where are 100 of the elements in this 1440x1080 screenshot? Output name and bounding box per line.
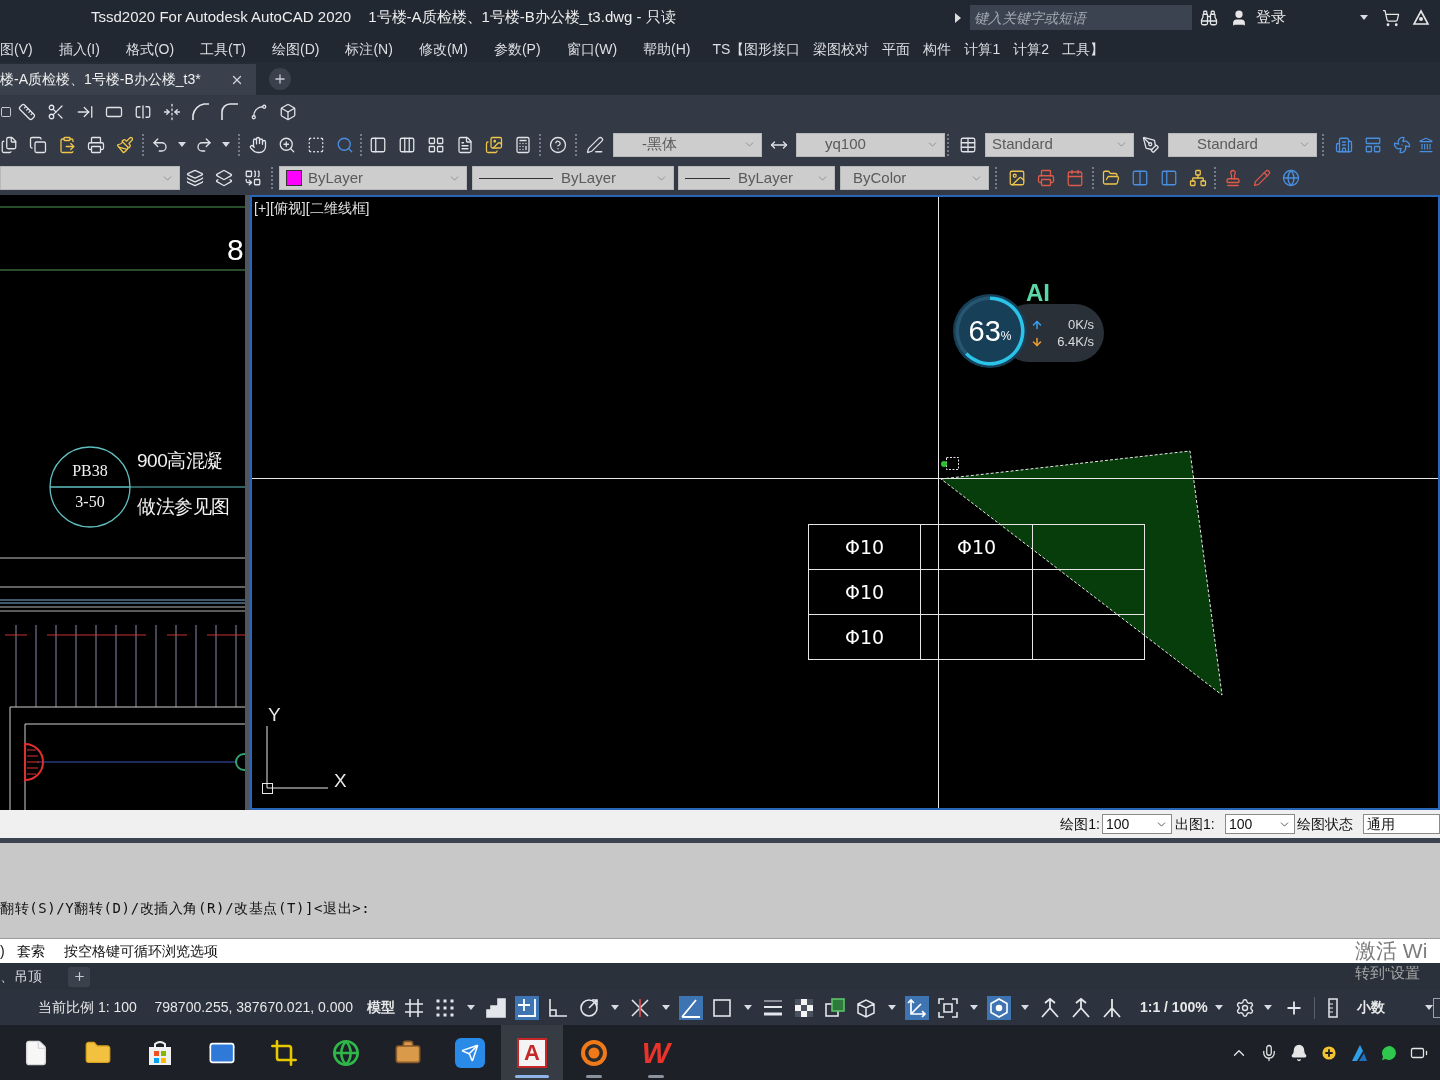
images-icon[interactable] (484, 135, 503, 154)
viewport-controls[interactable]: [+][俯视][二维线框] (254, 201, 370, 215)
clipboard-icon[interactable] (57, 135, 76, 154)
style-dropdown[interactable]: yq100 (796, 132, 945, 157)
bell-icon[interactable] (1290, 1043, 1308, 1062)
ring-dot-icon[interactable] (580, 1038, 608, 1067)
curve-icon[interactable] (249, 102, 268, 121)
scissors-icon[interactable] (46, 102, 65, 121)
menu-item[interactable]: 工具】 (1062, 41, 1104, 56)
stamp-icon[interactable] (1223, 169, 1242, 187)
stacked-squares-icon[interactable] (243, 169, 262, 187)
search-icon[interactable] (335, 135, 354, 154)
taskbar-app-button[interactable]: A (501, 1025, 563, 1080)
caret-icon[interactable] (222, 142, 230, 147)
document-tab[interactable]: 楼-A质检楼、1号楼-B办公楼_t3* (0, 64, 256, 95)
expand-arrow-icon[interactable] (955, 12, 961, 23)
panel-icon[interactable] (368, 135, 387, 154)
grid-layout-icon[interactable] (426, 135, 445, 154)
redo-icon[interactable] (195, 135, 213, 154)
draw-state-field[interactable]: 通用 (1363, 814, 1440, 834)
panel-edge-handle[interactable] (1433, 997, 1440, 1018)
landmark-icon[interactable] (1418, 136, 1434, 153)
caret-icon[interactable] (1360, 15, 1368, 20)
style-dropdown[interactable]: Standard (1168, 132, 1317, 157)
property-dropdown[interactable]: ByLayer (472, 166, 674, 190)
hexagon-icon[interactable] (987, 995, 1012, 1020)
style-dropdown[interactable]: Standard (985, 132, 1134, 157)
annotation-scale-button[interactable]: 1:1 / 100% (1139, 997, 1208, 1018)
building-icon[interactable] (1334, 135, 1353, 154)
frame-icon[interactable] (936, 995, 961, 1020)
layout-icon[interactable] (1363, 135, 1382, 154)
draw-scale-dropdown[interactable]: 100 (1102, 814, 1172, 834)
caret-icon[interactable] (1020, 1005, 1029, 1010)
menu-item[interactable]: 插入(I) (58, 41, 100, 56)
table-icon[interactable] (959, 135, 977, 154)
layout-tab[interactable]: 、吊顶 (0, 964, 62, 989)
menu-item[interactable]: 计算1 (964, 41, 1001, 56)
menu-item[interactable]: 图(V) (0, 41, 33, 56)
settings-icon[interactable] (1234, 997, 1255, 1018)
globe-icon[interactable] (1281, 169, 1300, 187)
property-dropdown[interactable]: ByColor (840, 166, 989, 190)
style-dropdown[interactable]: -黑体 (613, 132, 762, 157)
calculator-icon[interactable] (513, 135, 532, 154)
menu-item[interactable]: 计算2 (1013, 41, 1049, 56)
user-icon[interactable] (1230, 8, 1248, 27)
undo-icon[interactable] (151, 135, 169, 154)
help-icon[interactable] (548, 135, 567, 154)
step-icon[interactable] (484, 995, 509, 1020)
menu-item[interactable]: 窗口(W) (566, 41, 618, 56)
menu-item[interactable]: 构件 (923, 41, 952, 56)
chat-bubble-icon[interactable] (1380, 1043, 1398, 1062)
pen-line-icon[interactable] (586, 135, 604, 154)
caret-icon[interactable] (178, 142, 186, 147)
dashed-square-icon[interactable] (306, 135, 325, 154)
crop-icon[interactable] (270, 1038, 298, 1067)
search-field[interactable]: 键入关键字或短语 (970, 5, 1192, 30)
globe-icon[interactable] (332, 1038, 360, 1067)
zoom-icon[interactable] (277, 135, 296, 154)
caret-icon[interactable] (1263, 1005, 1272, 1010)
layers-icon[interactable] (185, 169, 204, 187)
plus-circle-icon[interactable] (1320, 1043, 1338, 1062)
document-icon[interactable] (455, 135, 474, 154)
triangle-nodes-icon[interactable] (1412, 8, 1430, 27)
arc-icon[interactable] (220, 102, 239, 121)
folder-icon[interactable] (1101, 169, 1120, 187)
arc-icon[interactable] (191, 102, 210, 121)
copy-icon[interactable] (28, 135, 47, 154)
image-icon[interactable] (1007, 169, 1026, 187)
angle-icon[interactable] (679, 995, 704, 1020)
overlap-squares-icon[interactable] (823, 995, 848, 1020)
menu-item[interactable]: 绘图(D) (272, 41, 320, 56)
caret-icon[interactable] (610, 1005, 619, 1010)
hand-icon[interactable] (248, 135, 267, 154)
triangle-logo-icon[interactable] (1350, 1043, 1368, 1062)
ruler-bar-icon[interactable] (1327, 997, 1338, 1018)
network-icon[interactable] (1188, 169, 1207, 187)
menu-item[interactable]: 参数(P) (493, 41, 541, 56)
menu-item[interactable]: 帮助(H) (643, 41, 691, 56)
caret-icon[interactable] (887, 1005, 896, 1010)
fan-icon[interactable] (1392, 135, 1411, 154)
paintbrush-icon[interactable] (115, 135, 134, 154)
menu-item[interactable]: 标注(N) (345, 41, 393, 56)
columns-icon[interactable] (397, 135, 416, 154)
layers-icon[interactable] (214, 169, 233, 187)
model-space-button[interactable]: 模型 (367, 997, 399, 1018)
cross-line-icon[interactable] (515, 995, 540, 1020)
pencil-icon[interactable] (1252, 169, 1271, 187)
menu-item[interactable]: 平面 (882, 41, 911, 56)
caret-icon[interactable] (1214, 1005, 1223, 1010)
menu-item[interactable]: 梁图校对 (813, 41, 870, 56)
documents-icon[interactable] (0, 135, 18, 154)
menu-item[interactable]: TS【图形接口 (712, 41, 801, 56)
caret-icon[interactable] (1425, 1005, 1434, 1010)
ruler-icon[interactable] (17, 102, 36, 121)
pen-tool-icon[interactable] (1142, 135, 1160, 154)
cube-icon[interactable] (278, 102, 297, 121)
caret-icon[interactable] (466, 1005, 475, 1010)
axes-icon[interactable] (905, 995, 930, 1020)
scale-readout[interactable]: 当前比例 1: 100 (38, 997, 147, 1018)
square-icon[interactable] (0, 105, 12, 118)
